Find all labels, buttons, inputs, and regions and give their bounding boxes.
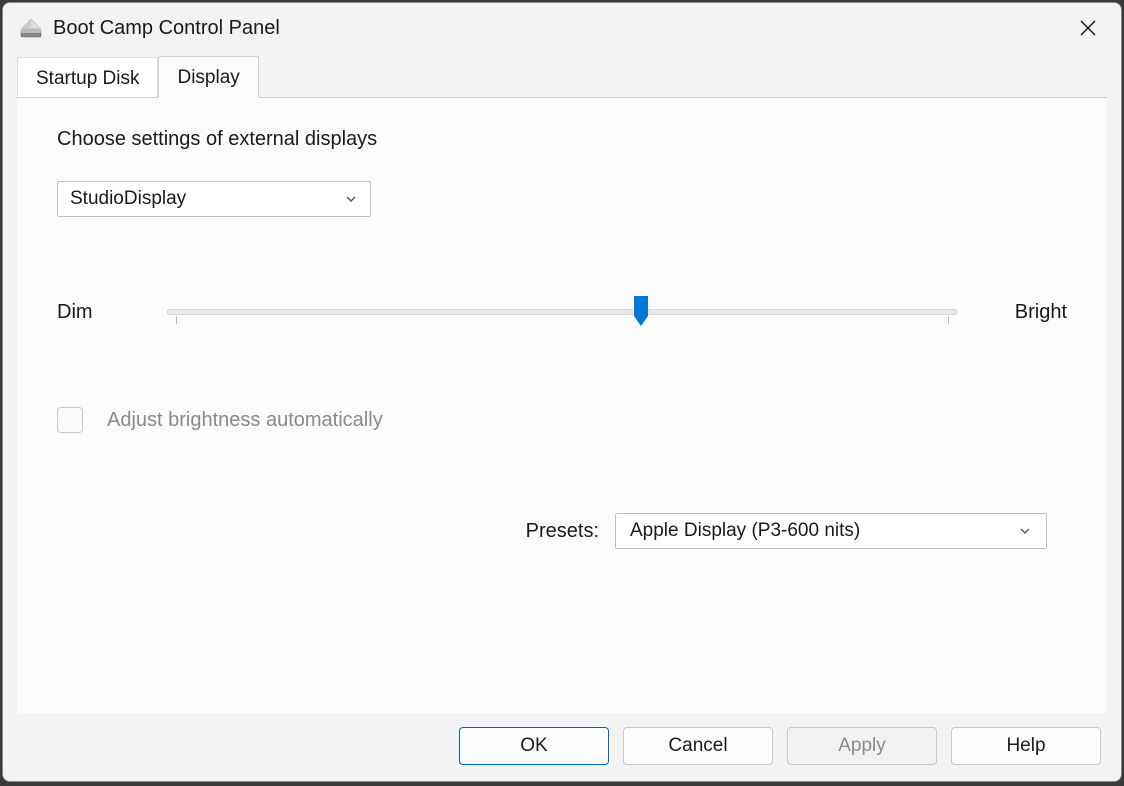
tab-label: Startup Disk xyxy=(36,68,139,89)
close-button[interactable] xyxy=(1065,8,1111,48)
help-button[interactable]: Help xyxy=(951,727,1101,765)
control-panel-window: Boot Camp Control Panel Startup Disk Dis… xyxy=(2,2,1122,782)
slider-track xyxy=(167,309,957,315)
titlebar: Boot Camp Control Panel xyxy=(3,3,1121,53)
tab-display[interactable]: Display xyxy=(158,56,258,98)
apply-button[interactable]: Apply xyxy=(787,727,937,765)
tab-startup-disk[interactable]: Startup Disk xyxy=(17,57,158,98)
auto-brightness-row: Adjust brightness automatically xyxy=(57,407,1067,433)
auto-brightness-checkbox[interactable] xyxy=(57,407,83,433)
tab-label: Display xyxy=(177,67,239,88)
presets-dropdown[interactable]: Apple Display (P3-600 nits) xyxy=(615,513,1047,549)
slider-label-dim: Dim xyxy=(57,301,147,324)
tab-strip: Startup Disk Display xyxy=(3,53,1121,97)
device-dropdown-value: StudioDisplay xyxy=(70,188,186,210)
slider-thumb[interactable] xyxy=(632,296,650,328)
device-dropdown[interactable]: StudioDisplay xyxy=(57,181,371,217)
chevron-down-icon xyxy=(344,192,358,206)
bootcamp-icon xyxy=(19,16,43,40)
close-icon xyxy=(1078,18,1098,38)
cancel-button[interactable]: Cancel xyxy=(623,727,773,765)
brightness-slider[interactable] xyxy=(167,292,957,332)
presets-dropdown-value: Apple Display (P3-600 nits) xyxy=(630,520,860,542)
section-heading: Choose settings of external displays xyxy=(57,128,1067,151)
presets-row: Presets: Apple Display (P3-600 nits) xyxy=(57,513,1067,549)
tab-content: Choose settings of external displays Stu… xyxy=(17,97,1107,713)
chevron-down-icon xyxy=(1018,524,1032,538)
brightness-slider-row: Dim Bright xyxy=(57,292,1067,332)
window-title: Boot Camp Control Panel xyxy=(53,17,1065,40)
auto-brightness-label: Adjust brightness automatically xyxy=(107,409,383,432)
presets-label: Presets: xyxy=(526,520,599,543)
ok-button[interactable]: OK xyxy=(459,727,609,765)
dialog-buttons: OK Cancel Apply Help xyxy=(3,713,1121,781)
slider-label-bright: Bright xyxy=(977,301,1067,324)
